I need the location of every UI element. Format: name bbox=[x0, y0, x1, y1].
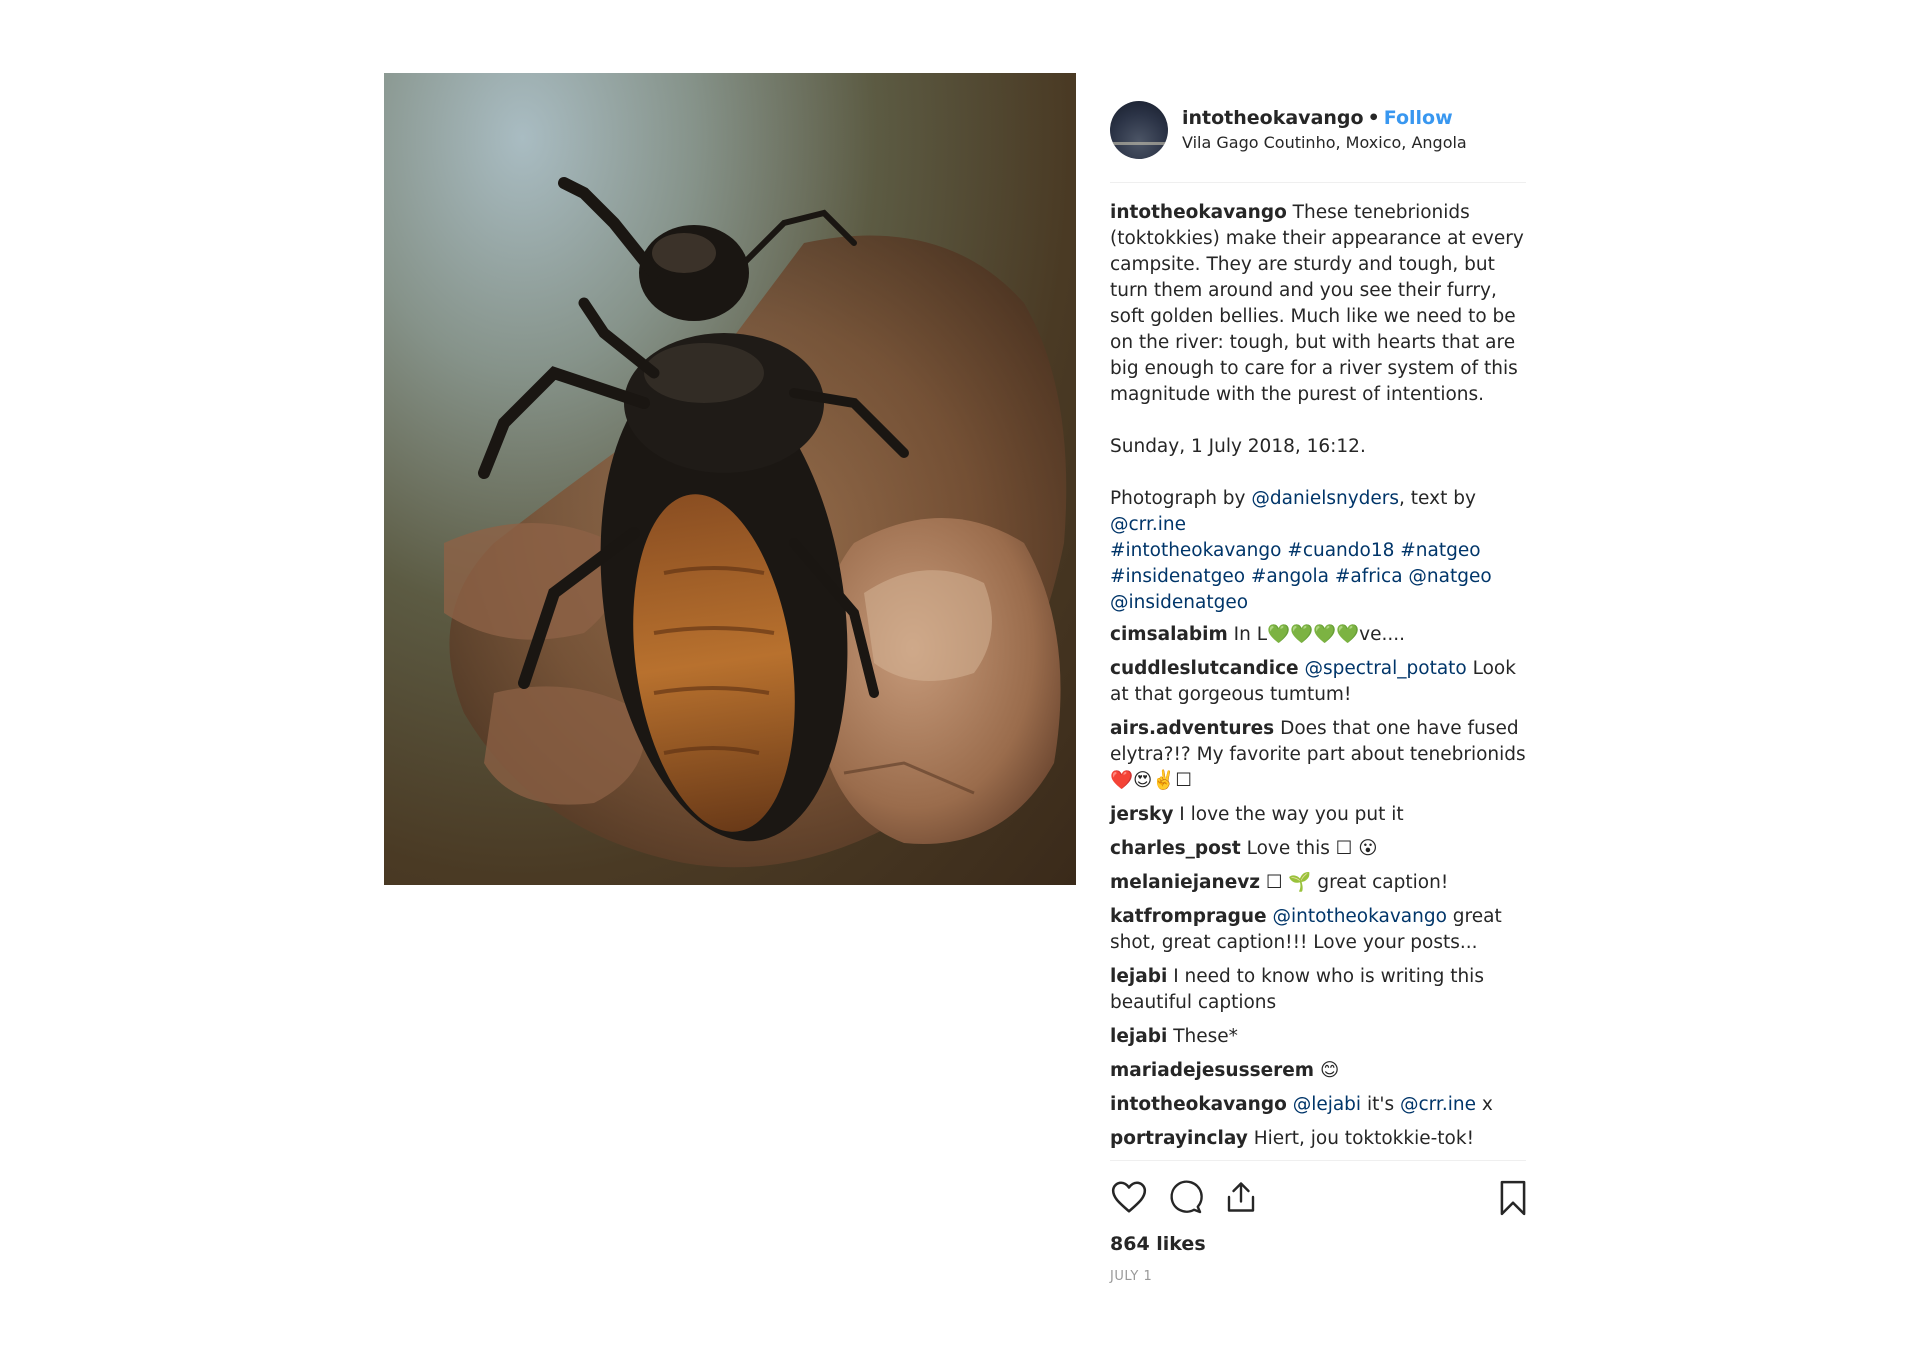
post-photo bbox=[384, 73, 1076, 885]
comment-text: Love this ☐ 😮 bbox=[1240, 838, 1378, 859]
comment-text: I need to know who is writing this beaut… bbox=[1110, 966, 1484, 1013]
hashtag-link[interactable]: #cuando18 bbox=[1287, 540, 1394, 561]
comment-username[interactable]: charles_post bbox=[1110, 838, 1241, 859]
comment-username[interactable]: katfromprague bbox=[1110, 906, 1267, 927]
hashtag-link[interactable]: #angola bbox=[1251, 566, 1329, 587]
comment-username[interactable]: jersky bbox=[1110, 804, 1173, 825]
hashtag-link[interactable]: #natgeo bbox=[1400, 540, 1480, 561]
comment-item: cimsalabim In L💚💚💚💚ve.... bbox=[1110, 622, 1526, 648]
post-date: JULY 1 bbox=[1110, 1269, 1153, 1284]
comment-text: Hiert, jou toktokkie-tok! bbox=[1247, 1128, 1474, 1149]
credit-writer-link[interactable]: @crr.ine bbox=[1110, 514, 1186, 535]
comment-username[interactable]: airs.adventures bbox=[1110, 718, 1274, 739]
credit-photographer-link[interactable]: @danielsnyders bbox=[1251, 488, 1399, 509]
bookmark-icon[interactable] bbox=[1496, 1179, 1530, 1221]
comment-item: jersky I love the way you put it bbox=[1110, 802, 1526, 828]
header-divider bbox=[1110, 182, 1526, 183]
comment-item: lejabi I need to know who is writing thi… bbox=[1110, 964, 1526, 1016]
comment-item: portrayinclay Hiert, jou toktokkie-tok! bbox=[1110, 1126, 1526, 1152]
comment-item: airs.adventures Does that one have fused… bbox=[1110, 716, 1526, 794]
avatar[interactable] bbox=[1110, 101, 1168, 159]
comment-text: 😊 bbox=[1314, 1060, 1340, 1081]
credit-mid: , text by bbox=[1399, 488, 1476, 509]
post-sidebar: intotheokavango • Follow Vila Gago Coutinh… bbox=[1110, 100, 1526, 1284]
follow-button[interactable]: Follow bbox=[1384, 107, 1453, 129]
heart-icon[interactable] bbox=[1110, 1179, 1148, 1219]
credit-prefix: Photograph by bbox=[1110, 488, 1252, 509]
comment-username[interactable]: cuddleslutcandice bbox=[1110, 658, 1299, 679]
post-username[interactable]: intotheokavango bbox=[1182, 107, 1364, 129]
action-bar bbox=[1110, 1173, 1526, 1229]
comment-mention-link[interactable]: @crr.ine bbox=[1400, 1094, 1476, 1115]
actions-divider bbox=[1110, 1160, 1526, 1161]
comment-item: cuddleslutcandice @spectral_potato Look … bbox=[1110, 656, 1526, 708]
location-link[interactable]: Vila Gago Coutinho, Moxico, Angola bbox=[1182, 132, 1467, 154]
caption-date-line: Sunday, 1 July 2018, 16:12. bbox=[1110, 436, 1366, 457]
comment-icon[interactable] bbox=[1166, 1179, 1204, 1219]
comment-item: lejabi These* bbox=[1110, 1024, 1526, 1050]
comment-item: charles_post Love this ☐ 😮 bbox=[1110, 836, 1526, 862]
comment-username[interactable]: portrayinclay bbox=[1110, 1128, 1248, 1149]
comment-text: I love the way you put it bbox=[1173, 804, 1404, 825]
hashtags: #intotheokavango #cuando18 #natgeo #insi… bbox=[1110, 538, 1526, 616]
comment-username[interactable]: lejabi bbox=[1110, 1026, 1167, 1047]
comment-mention-link[interactable]: @lejabi bbox=[1293, 1094, 1361, 1115]
header-line: intotheokavango • Follow bbox=[1182, 106, 1467, 130]
comment-text: These* bbox=[1167, 1026, 1238, 1047]
comments-list: cimsalabim In L💚💚💚💚ve.... cuddleslutcandi… bbox=[1110, 622, 1526, 1152]
caption-text: These tenebrionids (toktokkies) make the… bbox=[1110, 202, 1524, 405]
comment-item: mariadejesusserem 😊 bbox=[1110, 1058, 1526, 1084]
comment-mention-link[interactable]: @spectral_potato bbox=[1305, 658, 1467, 679]
comment-text: In L💚💚💚💚ve.... bbox=[1227, 624, 1406, 645]
comment-username[interactable]: cimsalabim bbox=[1110, 624, 1228, 645]
caption: intotheokavango These tenebrionids (tokt… bbox=[1110, 200, 1526, 616]
post-header: intotheokavango • Follow Vila Gago Coutinh… bbox=[1110, 100, 1526, 160]
hashtag-link[interactable]: @insidenatgeo bbox=[1110, 592, 1248, 613]
comment-text: x bbox=[1475, 1094, 1493, 1115]
likes-count[interactable]: 864 likes bbox=[1110, 1233, 1526, 1255]
header-text: intotheokavango • Follow Vila Gago Coutinh… bbox=[1182, 106, 1467, 154]
comment-username[interactable]: intotheokavango bbox=[1110, 1094, 1287, 1115]
comment-item: melaniejanevz ☐ 🌱 great caption! bbox=[1110, 870, 1526, 896]
hashtag-link[interactable]: #intotheokavango bbox=[1110, 540, 1281, 561]
comment-text: ☐ 🌱 great caption! bbox=[1260, 872, 1449, 893]
comment-username[interactable]: melaniejanevz bbox=[1110, 872, 1260, 893]
separator-dot: • bbox=[1367, 107, 1380, 129]
comment-item: intotheokavango @lejabi it's @crr.ine x bbox=[1110, 1092, 1526, 1118]
hashtag-link[interactable]: #africa bbox=[1335, 566, 1403, 587]
share-icon[interactable] bbox=[1222, 1179, 1260, 1219]
beetle-photo-graphic bbox=[444, 177, 1067, 868]
comment-username[interactable]: mariadejesusserem bbox=[1110, 1060, 1314, 1081]
comment-username[interactable]: lejabi bbox=[1110, 966, 1167, 987]
comment-item: katfromprague @intotheokavango great sho… bbox=[1110, 904, 1526, 956]
comment-text: it's bbox=[1361, 1094, 1400, 1115]
hashtag-link[interactable]: #insidenatgeo bbox=[1110, 566, 1245, 587]
comment-mention-link[interactable]: @intotheokavango bbox=[1273, 906, 1447, 927]
caption-username[interactable]: intotheokavango bbox=[1110, 202, 1287, 223]
hashtag-link[interactable]: @natgeo bbox=[1408, 566, 1491, 587]
